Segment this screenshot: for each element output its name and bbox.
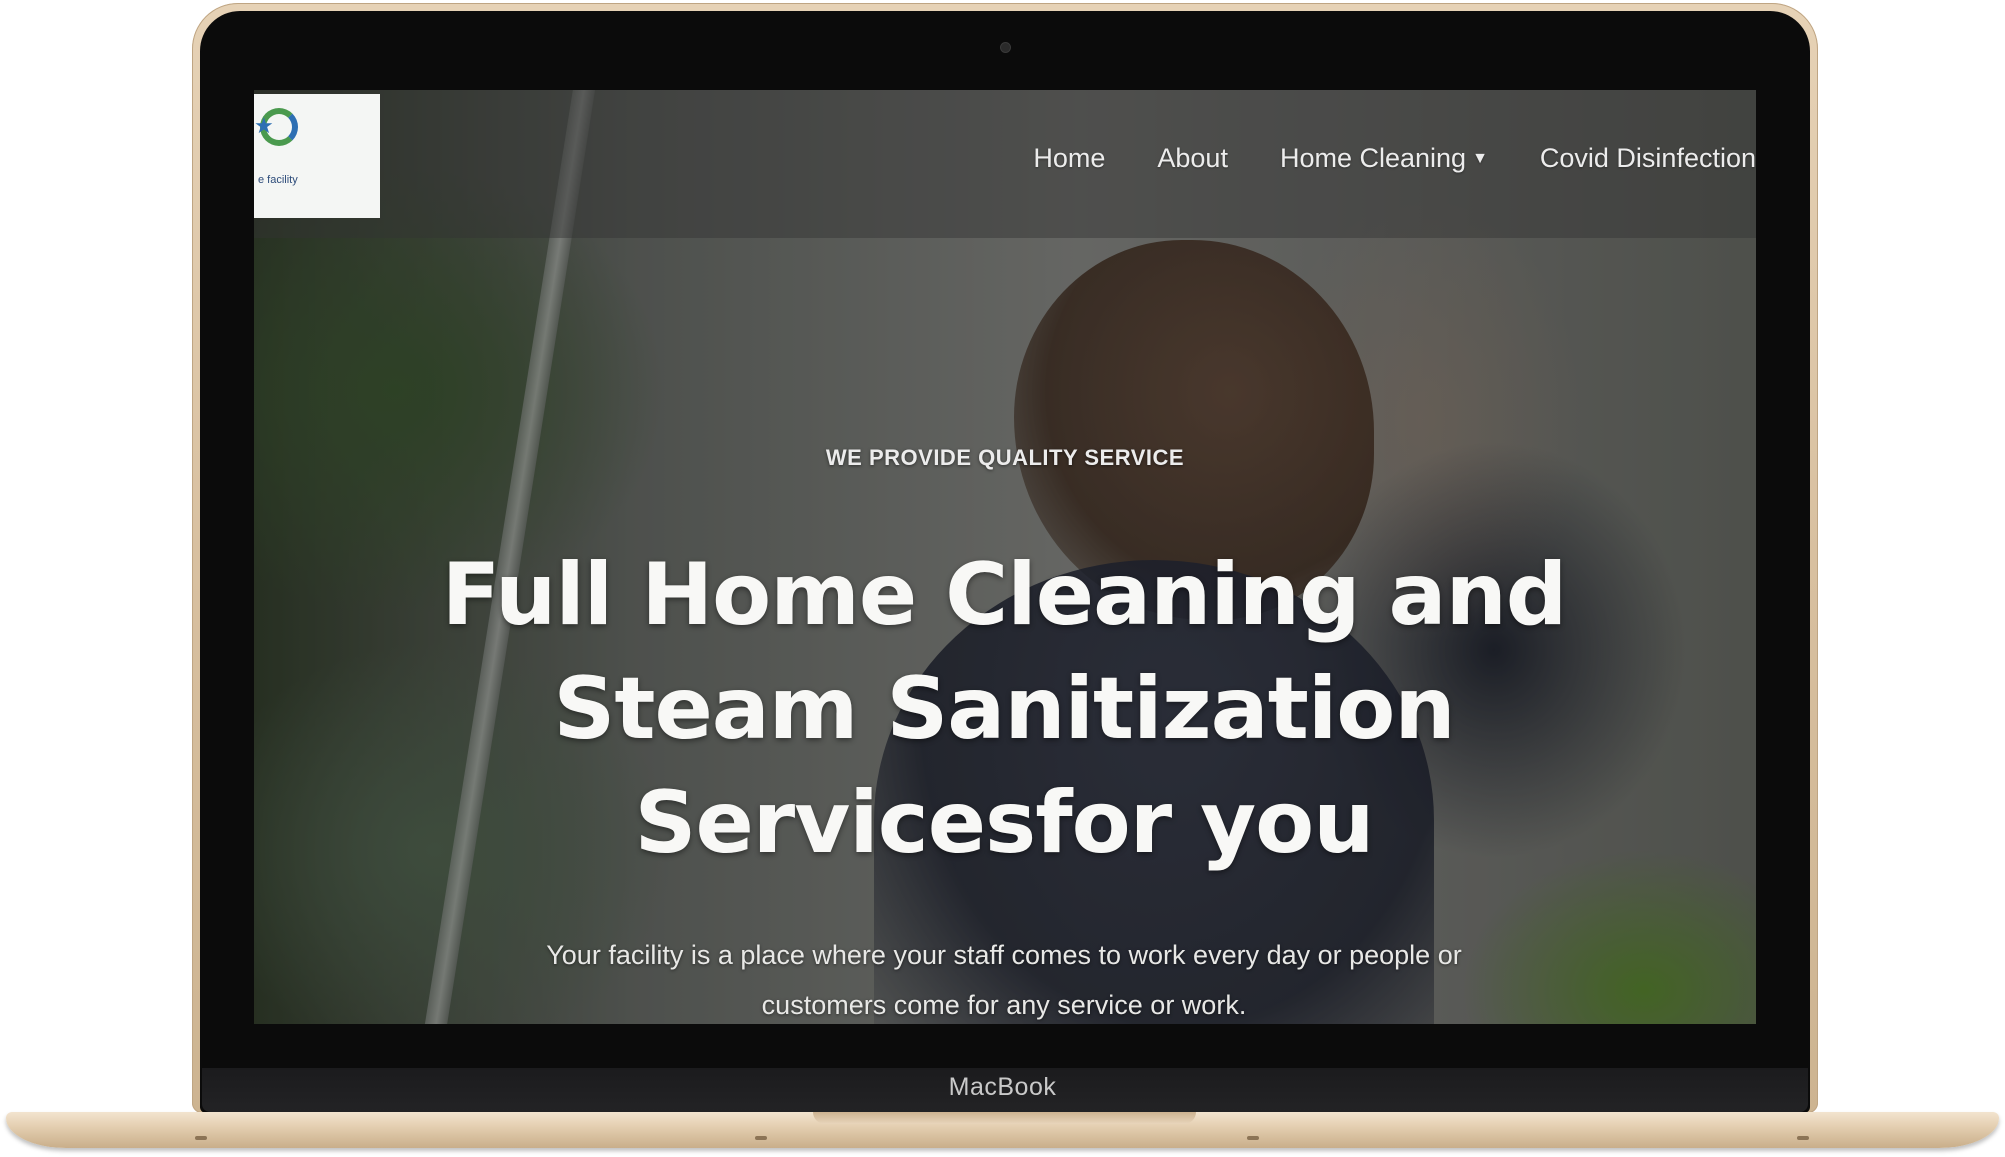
- nav-item-home[interactable]: Home: [1033, 143, 1105, 174]
- laptop-mockup: ★ e facility Home About Home Cleaning ▼ C…: [0, 0, 2005, 1157]
- nav-item-covid-disinfection[interactable]: Covid Disinfection: [1540, 143, 1756, 174]
- nav-item-about[interactable]: About: [1157, 143, 1228, 174]
- hero-headline: Full Home Cleaning and Steam Sanitizatio…: [404, 538, 1604, 880]
- logo-text: e facility: [258, 174, 298, 186]
- hero-subtext: Your facility is a place where your staf…: [464, 930, 1544, 1024]
- site-logo[interactable]: ★ e facility: [254, 94, 380, 218]
- laptop-foot: [195, 1136, 207, 1140]
- browser-viewport: ★ e facility Home About Home Cleaning ▼ C…: [254, 90, 1756, 1024]
- laptop-foot: [1247, 1136, 1259, 1140]
- camera-icon: [1001, 43, 1010, 52]
- hero-headline-line: Steam Sanitization: [553, 659, 1455, 759]
- hero-eyebrow: WE PROVIDE QUALITY SERVICE: [825, 445, 1185, 470]
- star-icon: ★: [254, 114, 274, 139]
- caret-down-icon: ▼: [1472, 150, 1488, 168]
- laptop-foot: [755, 1136, 767, 1140]
- site-navbar: ★ e facility Home About Home Cleaning ▼ C…: [254, 90, 1756, 238]
- device-brand-label: MacBook: [948, 1073, 1057, 1101]
- hero-subtext-line: customers come for any service or work.: [761, 990, 1247, 1020]
- nav-item-home-cleaning-label: Home Cleaning: [1279, 142, 1467, 173]
- main-nav: Home About Home Cleaning ▼ Covid Disinfec…: [981, 138, 1756, 178]
- nav-item-home-cleaning[interactable]: Home Cleaning ▼: [1280, 143, 1488, 174]
- hero-headline-line: Full Home Cleaning and: [441, 545, 1568, 645]
- laptop-foot: [1797, 1136, 1809, 1140]
- hero-headline-line: Servicesfor you: [634, 773, 1375, 873]
- hinge-notch: [813, 1112, 1196, 1124]
- hero-subtext-line: Your facility is a place where your staf…: [546, 940, 1462, 970]
